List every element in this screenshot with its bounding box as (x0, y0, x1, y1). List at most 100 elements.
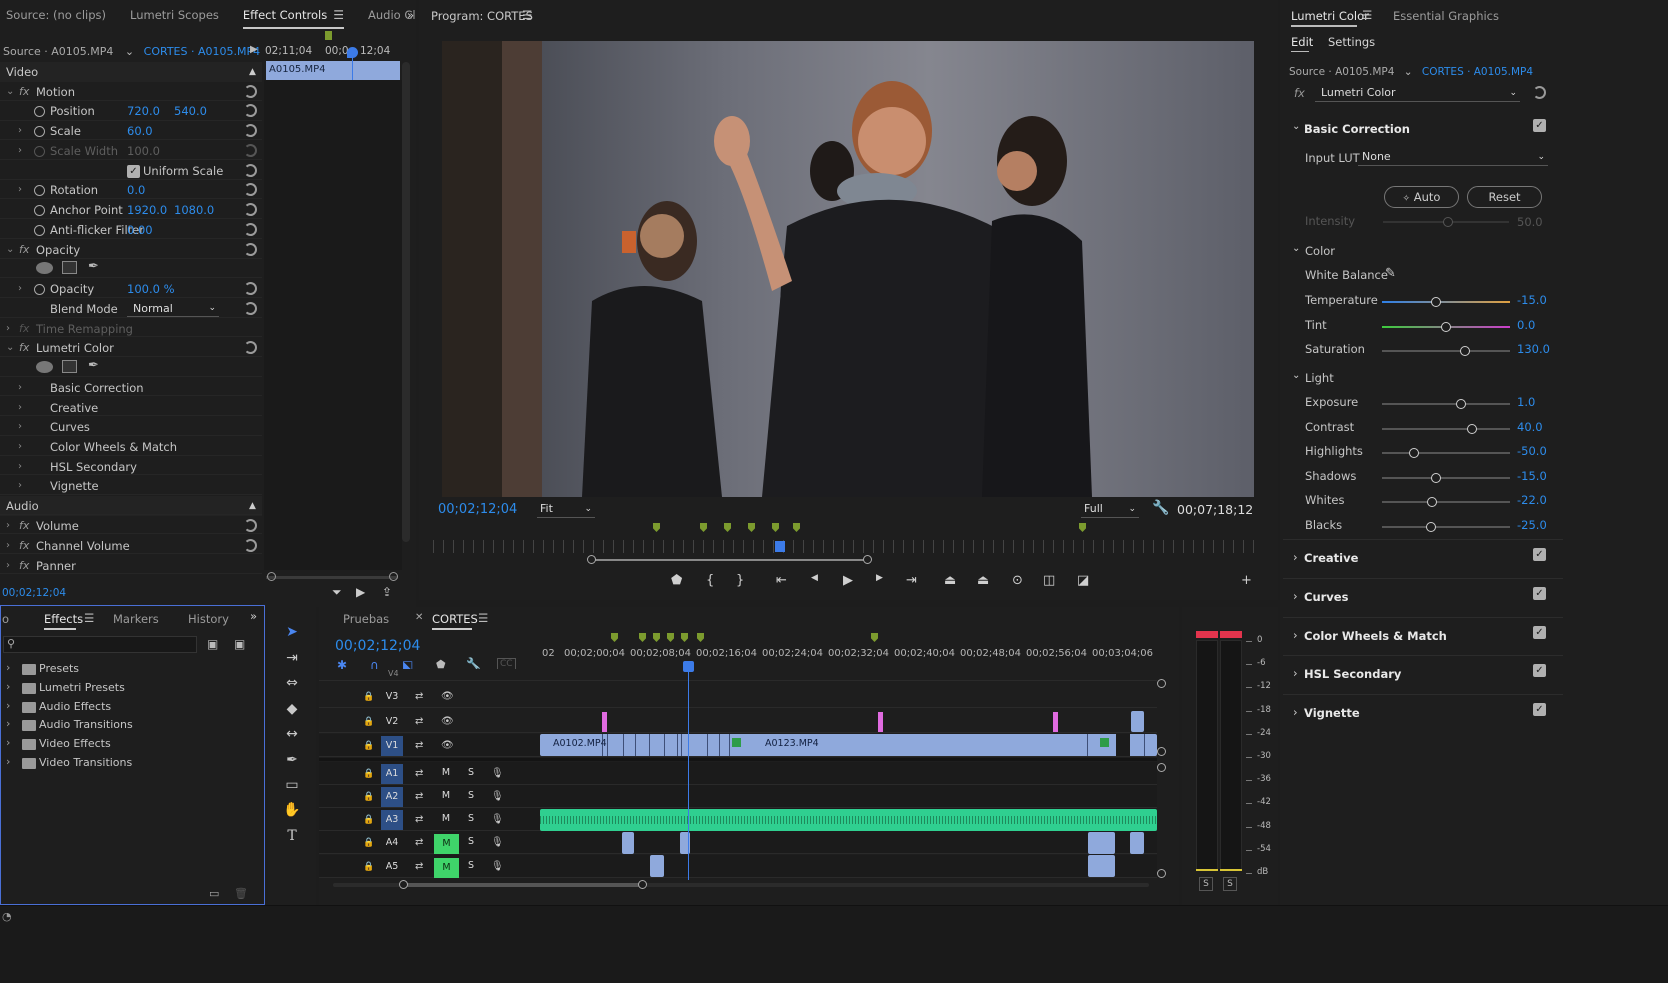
track-label[interactable]: V2 (381, 712, 403, 732)
menu-icon[interactable]: ☰ (478, 611, 488, 625)
chevron-right-icon[interactable]: › (1293, 666, 1298, 680)
hscroll-handle-right[interactable] (638, 880, 647, 889)
fx-toggle-icon[interactable]: fx (19, 559, 29, 572)
contrast-knob[interactable] (1467, 423, 1477, 434)
zoom-handle-left[interactable] (587, 555, 596, 564)
reset-icon[interactable] (244, 539, 257, 552)
fx-toggle-icon[interactable]: fx (19, 85, 29, 98)
microphone-icon[interactable]: 🎙 (491, 813, 504, 827)
export-icon[interactable]: ⇪ (382, 585, 392, 599)
solo-button[interactable]: S (468, 813, 474, 824)
position-value[interactable]: 720.0 (127, 101, 160, 121)
stopwatch-icon[interactable] (34, 205, 45, 216)
audio-clip[interactable] (1130, 832, 1144, 854)
marker[interactable] (667, 633, 674, 642)
marker[interactable] (611, 633, 618, 642)
exposure-knob[interactable] (1456, 399, 1466, 409)
section-checkbox[interactable]: ✓ (1533, 625, 1546, 639)
new-bin-icon[interactable]: ▣ (207, 637, 218, 651)
reset-icon[interactable] (244, 243, 257, 256)
comparison-view-icon[interactable]: ◪ (1077, 573, 1089, 588)
reset-icon[interactable] (244, 124, 257, 137)
sync-lock-icon[interactable]: ⇄ (415, 690, 423, 704)
timeline-playhead[interactable] (688, 667, 689, 880)
ellipse-mask-icon[interactable] (36, 361, 53, 373)
add-marker-icon[interactable]: ⬟ (671, 573, 682, 588)
contrast-slider[interactable] (1382, 423, 1510, 434)
disclosure-chevron-icon[interactable]: › (18, 382, 22, 393)
tab-pruebas[interactable]: Pruebas (343, 612, 389, 626)
highlights-value[interactable]: -50.0 (1517, 444, 1547, 458)
color-head[interactable]: Color (1305, 244, 1335, 258)
section-header[interactable]: Curves (1304, 590, 1348, 604)
menu-icon[interactable]: ☰ (522, 8, 532, 22)
chevron-right-icon[interactable]: › (1293, 550, 1298, 564)
disclosure-chevron-icon[interactable]: ⌄ (6, 244, 14, 255)
mark-in-icon[interactable]: { (706, 573, 714, 588)
blacks-knob[interactable] (1426, 521, 1436, 532)
stopwatch-icon[interactable] (34, 106, 45, 117)
clip-edit-point[interactable] (677, 734, 678, 756)
chevron-right-icon[interactable]: › (1293, 705, 1298, 719)
anchor-point-value-y[interactable]: 1080.0 (174, 200, 214, 220)
collapse-up-icon[interactable]: ▲ (249, 501, 256, 511)
light-head[interactable]: Light (1305, 371, 1334, 385)
filter-icon[interactable]: ⏷ (332, 585, 342, 600)
vscroll-handle[interactable] (1157, 869, 1166, 878)
pen-mask-icon[interactable]: ✒ (88, 358, 99, 373)
microphone-icon[interactable]: 🎙 (491, 860, 504, 874)
clip-edit-point[interactable] (664, 734, 665, 756)
whites-knob[interactable] (1427, 497, 1437, 507)
accelerated-icon[interactable]: ▣ (234, 637, 245, 651)
tab-source[interactable]: Source: (no clips) (0, 0, 118, 30)
section-checkbox[interactable]: ✓ (1533, 664, 1546, 678)
stopwatch-icon[interactable] (34, 185, 45, 196)
rectangle-mask-icon[interactable] (62, 360, 77, 373)
subtab-settings[interactable]: Settings (1328, 35, 1375, 49)
lumetri-sequence-clip[interactable]: CORTES · A0105.MP4 (1422, 66, 1533, 78)
reset-icon[interactable] (1533, 86, 1546, 99)
tab-cortes[interactable]: CORTES (432, 612, 478, 626)
disclosure-chevron-icon[interactable]: ⌄ (6, 86, 14, 97)
fx-toggle-icon[interactable]: fx (19, 243, 29, 256)
overflow-icon[interactable]: » (250, 609, 257, 623)
input-lut-dropdown[interactable]: None ⌄ (1358, 148, 1548, 166)
sync-lock-icon[interactable]: ⇄ (415, 767, 423, 781)
track-label[interactable]: A5 (381, 857, 403, 877)
tab-lumetri-scopes[interactable]: Lumetri Scopes (118, 0, 231, 30)
track-select-tool-icon[interactable]: ⇥ (282, 648, 302, 668)
step-forward-icon[interactable]: ▶ (876, 573, 883, 583)
subtab-edit[interactable]: Edit (1291, 35, 1313, 49)
effects-list-item[interactable]: Video Transitions (39, 756, 132, 769)
ellipse-mask-icon[interactable] (36, 262, 53, 274)
clip-edit-point[interactable] (607, 734, 608, 756)
disclosure-chevron-icon[interactable]: › (18, 402, 22, 413)
disclosure-chevron-icon[interactable]: › (6, 540, 10, 551)
pen-tool-icon[interactable]: ✒ (282, 750, 302, 770)
eye-icon[interactable]: 👁 (441, 690, 454, 704)
timeline-timecode[interactable]: 00;02;12;04 (335, 638, 420, 654)
tab-markers[interactable]: Markers (113, 612, 159, 626)
tab-effect-controls[interactable]: Effect Controls ☰ (231, 0, 356, 30)
marker[interactable] (653, 633, 660, 642)
timeline-playhead-head[interactable] (683, 661, 694, 672)
solo-button[interactable]: S (468, 790, 474, 801)
disclosure-chevron-icon[interactable]: › (6, 520, 10, 531)
expand-chevron-icon[interactable]: › (6, 661, 10, 674)
hscroll-thumb[interactable] (403, 883, 643, 887)
play-icon[interactable]: ▶ (843, 573, 853, 588)
opacity-value[interactable]: 100.0 % (127, 279, 175, 299)
reset-icon[interactable] (244, 341, 257, 354)
blacks-value[interactable]: -25.0 (1517, 518, 1547, 532)
uniform-scale-checkbox[interactable]: ✓ (127, 165, 140, 178)
tab-partial[interactable]: o (2, 612, 9, 626)
disclosure-chevron-icon[interactable]: › (18, 283, 22, 294)
blacks-slider[interactable] (1382, 521, 1510, 532)
lock-icon[interactable]: 🔒 (363, 739, 374, 753)
clip-edit-point[interactable] (1144, 734, 1145, 756)
selection-tool-icon[interactable]: ➤ (282, 622, 302, 642)
slip-tool-icon[interactable]: ↔ (282, 724, 302, 744)
ripple-edit-tool-icon[interactable]: ⇔ (282, 673, 302, 693)
track-label[interactable]: A1 (381, 764, 403, 784)
disclosure-chevron-icon[interactable]: ⌄ (6, 342, 14, 353)
